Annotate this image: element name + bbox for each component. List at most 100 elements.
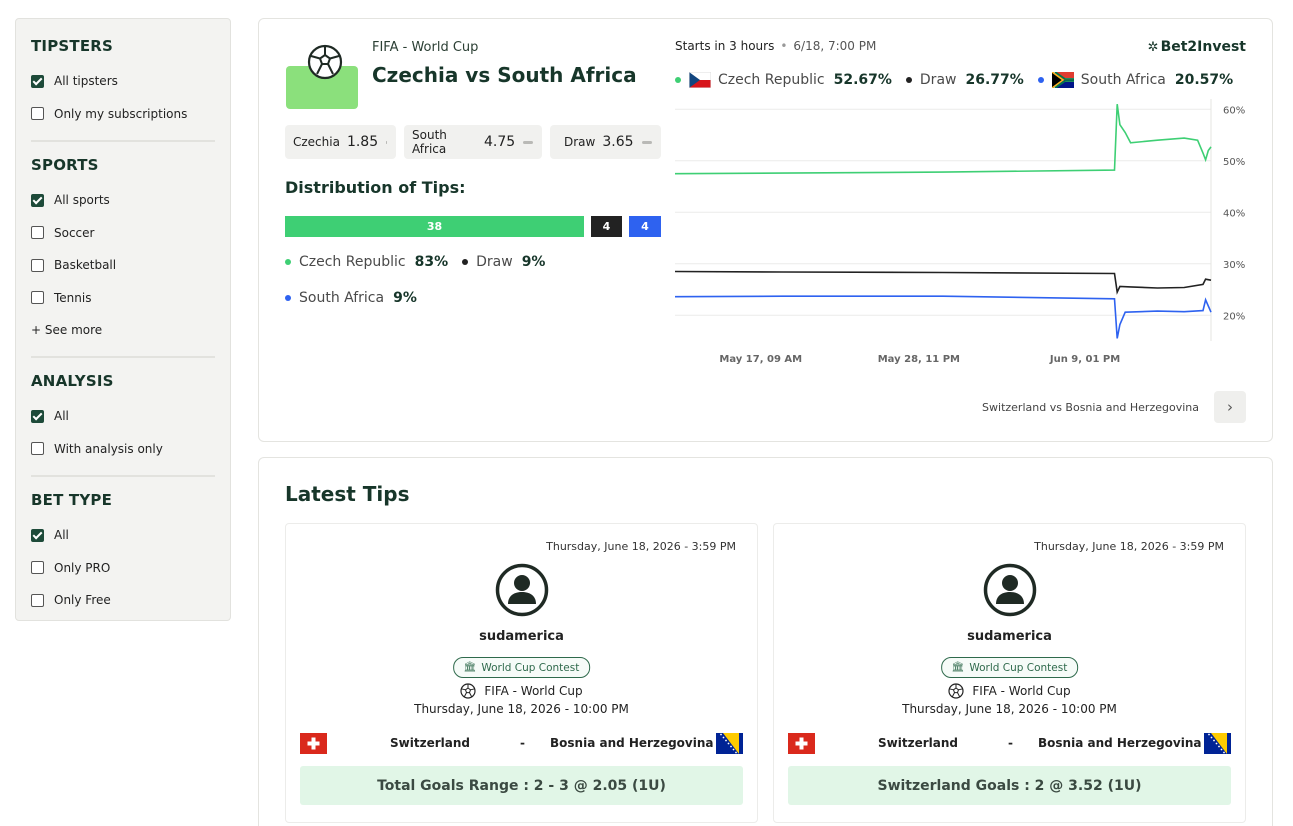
tip-card[interactable]: Thursday, June 18, 2026 - 3:59 PM sudame…: [773, 523, 1246, 823]
distribution-away-segment: 4: [629, 216, 661, 237]
teams-row: Switzerland - Bosnia and Herzegovina: [788, 732, 1231, 754]
legend-dot: [462, 259, 469, 265]
tipsters-section: TIPSTERS All tipsters Only my subscripti…: [31, 37, 215, 142]
legend-label: Draw: [476, 254, 513, 270]
legend-dot: [905, 77, 912, 83]
legend-dot: [1037, 77, 1044, 83]
match-datetime: 6/18, 7:00 PM: [793, 39, 877, 53]
trend-flat-icon: [386, 140, 387, 144]
x-tick-label: May 17, 09 AM: [719, 354, 802, 365]
filter-tennis[interactable]: Tennis: [31, 282, 215, 315]
probability-chart: 60% 50% 40% 30% 20% May 17, 09 AM May 28, 11 P…: [675, 99, 1245, 365]
distribution-draw-segment: 4: [591, 216, 622, 237]
x-tick-label: Jun 9, 01 PM: [1049, 354, 1120, 365]
odd-label: South Africa: [412, 128, 447, 156]
distribution-bar: 38 4 4: [285, 216, 661, 237]
teams-row: Switzerland - Bosnia and Herzegovina: [300, 732, 743, 754]
tip-kickoff: Thursday, June 18, 2026 - 10:00 PM: [414, 702, 629, 716]
match-start-info: Starts in 3 hours • 6/18, 7:00 PM: [675, 39, 876, 53]
vs-separator: -: [1008, 736, 1013, 750]
odd-away[interactable]: South Africa 4.75: [404, 125, 542, 159]
user-avatar-icon[interactable]: [983, 563, 1037, 617]
filter-bet-all[interactable]: All: [31, 519, 215, 552]
legend-pct: 83%: [414, 254, 449, 270]
filter-analysis-all[interactable]: All: [31, 400, 215, 433]
series-line: [675, 295, 1212, 339]
y-tick-label: 40%: [1223, 208, 1245, 219]
tip-date: Thursday, June 18, 2026 - 3:59 PM: [546, 540, 736, 553]
filter-all-tipsters[interactable]: All tipsters: [31, 65, 215, 98]
checkbox[interactable]: [31, 593, 44, 607]
legend-pct: 9%: [393, 290, 417, 306]
bet-type-section: BET TYPE All Only PRO Only Free: [31, 491, 215, 627]
probabilities-legend: Czech Republic 52.67% Draw 26.77% South Af…: [675, 72, 1247, 88]
option-label: Soccer: [54, 225, 95, 240]
option-label: All tipsters: [54, 74, 118, 89]
checkbox[interactable]: [31, 193, 44, 207]
tip-competition: FIFA - World Cup: [286, 683, 757, 699]
contest-badge[interactable]: 🏛 World Cup Contest: [940, 657, 1079, 678]
legend-dot: [285, 295, 291, 301]
next-match-label[interactable]: Switzerland vs Bosnia and Herzegovina: [982, 401, 1199, 414]
filter-only-free[interactable]: Only Free: [31, 584, 215, 617]
filter-basketball[interactable]: Basketball: [31, 249, 215, 282]
prob-label: South Africa: [1080, 72, 1166, 88]
badge-label: World Cup Contest: [481, 661, 580, 674]
soccer-ball-icon: [948, 683, 964, 699]
y-tick-label: 60%: [1223, 105, 1245, 116]
next-match-button[interactable]: ›: [1214, 391, 1246, 423]
checkbox[interactable]: [31, 258, 44, 272]
tip-pick[interactable]: Switzerland Goals : 2 @ 3.52 (1U): [788, 766, 1231, 805]
competition-name: FIFA - World Cup: [372, 40, 479, 55]
checkbox[interactable]: [31, 291, 44, 305]
bosnia-flag-icon: [1204, 732, 1231, 754]
section-title: ANALYSIS: [31, 372, 114, 390]
see-more-link[interactable]: + See more: [31, 314, 215, 346]
filter-all-sports[interactable]: All sports: [31, 184, 215, 217]
legend-pct: 9%: [521, 254, 546, 270]
tip-kickoff: Thursday, June 18, 2026 - 10:00 PM: [902, 702, 1117, 716]
filter-with-analysis[interactable]: With analysis only: [31, 433, 215, 466]
section-title: SPORTS: [31, 156, 99, 174]
user-avatar-icon[interactable]: [495, 563, 549, 617]
odd-home[interactable]: Czechia 1.85: [285, 125, 396, 159]
prob-pct: 26.77%: [965, 72, 1024, 88]
checkbox[interactable]: [31, 561, 44, 575]
checkbox[interactable]: [31, 442, 44, 456]
separator-dot: •: [780, 39, 788, 53]
tipster-name[interactable]: sudamerica: [774, 629, 1245, 644]
distribution-home-segment: 38: [285, 216, 584, 237]
checkbox[interactable]: [31, 226, 44, 240]
switzerland-flag-icon: [300, 732, 327, 754]
vs-separator: -: [520, 736, 525, 750]
tip-card[interactable]: Thursday, June 18, 2026 - 3:59 PM sudame…: [285, 523, 758, 823]
away-team: Bosnia and Herzegovina: [550, 736, 714, 750]
option-label: All: [54, 409, 69, 424]
tipster-name[interactable]: sudamerica: [286, 629, 757, 644]
legend-dot: [285, 259, 291, 265]
section-title: BET TYPE: [31, 491, 113, 509]
option-label: Only PRO: [54, 560, 111, 575]
filter-only-pro[interactable]: Only PRO: [31, 552, 215, 585]
filter-soccer[interactable]: Soccer: [31, 217, 215, 250]
checkbox[interactable]: [31, 74, 44, 88]
filter-only-subscriptions[interactable]: Only my subscriptions: [31, 98, 215, 131]
brand-name: Bet2Invest: [1160, 39, 1246, 55]
contest-badge[interactable]: 🏛 World Cup Contest: [452, 657, 591, 678]
option-label: Tennis: [54, 290, 92, 305]
checkbox[interactable]: [31, 528, 44, 542]
trophy-icon: 🏛: [463, 662, 477, 673]
checkbox[interactable]: [31, 107, 44, 121]
next-match-nav: Switzerland vs Bosnia and Herzegovina ›: [982, 391, 1246, 423]
filter-sidebar: TIPSTERS All tipsters Only my subscripti…: [15, 18, 231, 621]
option-label: Only my subscriptions: [54, 106, 188, 121]
odd-draw[interactable]: Draw 3.65: [550, 125, 661, 159]
tip-pick[interactable]: Total Goals Range : 2 - 3 @ 2.05 (1U): [300, 766, 743, 805]
brand-logo[interactable]: ✲ Bet2Invest: [1148, 39, 1246, 55]
switzerland-flag-icon: [788, 732, 815, 754]
badge-label: World Cup Contest: [969, 661, 1068, 674]
south-africa-flag-icon: [1051, 72, 1074, 88]
odd-value: 1.85: [346, 134, 379, 150]
checkbox[interactable]: [31, 409, 44, 423]
x-tick-label: May 28, 11 PM: [878, 354, 960, 365]
